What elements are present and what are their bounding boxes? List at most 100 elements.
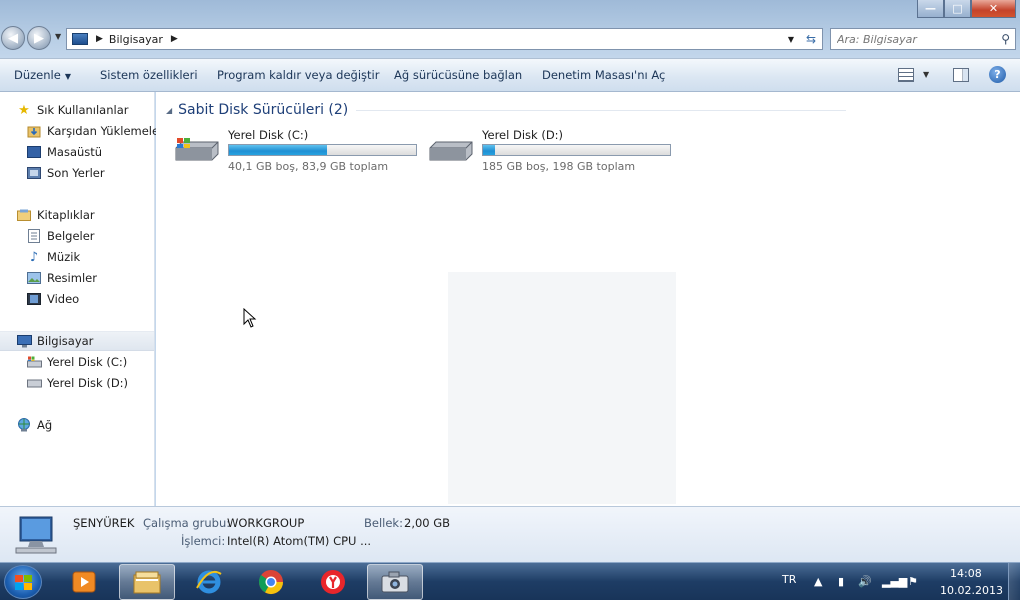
chevron-right-icon[interactable]: ▶ <box>96 34 103 44</box>
taskbar-internet-explorer[interactable] <box>181 564 237 600</box>
details-pane: ŞENYÜREK Çalışma grubu: WORKGROUP Bellek… <box>0 506 1020 562</box>
recent-places-icon <box>26 165 42 181</box>
breadcrumb-computer[interactable]: Bilgisayar <box>109 33 163 46</box>
language-indicator[interactable]: TR <box>782 573 796 586</box>
nav-favorites[interactable]: ★ Sık Kullanılanlar <box>16 100 129 120</box>
nav-item-label: Video <box>47 292 80 306</box>
nav-network-label: Ağ <box>37 418 53 432</box>
nav-favorites-label: Sık Kullanılanlar <box>37 103 129 117</box>
show-desktop-button[interactable] <box>1008 563 1020 600</box>
nav-item-desktop[interactable]: Masaüstü <box>26 142 102 162</box>
drive-usage-bar <box>228 144 417 156</box>
chevron-right-icon[interactable]: ▶ <box>171 34 178 44</box>
nav-computer[interactable]: Bilgisayar <box>0 331 154 351</box>
hard-drive-icon <box>429 141 473 161</box>
nav-item-label: Belgeler <box>47 229 95 243</box>
help-icon[interactable]: ? <box>989 66 1006 83</box>
drive-name: Yerel Disk (D:) <box>482 128 564 142</box>
group-divider <box>356 109 846 111</box>
clock-time[interactable]: 14:08 <box>950 567 982 580</box>
star-icon: ★ <box>18 102 30 118</box>
maximize-button[interactable]: □ <box>944 0 971 18</box>
back-button[interactable]: ◀ <box>1 26 25 50</box>
music-note-icon: ♪ <box>29 249 39 265</box>
nav-computer-label: Bilgisayar <box>37 334 94 348</box>
nav-item-label: Yerel Disk (D:) <box>47 376 129 390</box>
camera-icon <box>381 571 409 593</box>
fading-context-menu <box>448 272 676 504</box>
system-tray: TR ▲ ▮ 🔊 ▂▄▆ ⚑ 14:08 10.02.2013 <box>770 563 1020 600</box>
organize-button[interactable]: Düzenle ▼ <box>14 68 71 82</box>
minimize-button[interactable]: — <box>917 0 944 18</box>
drive-d[interactable]: Yerel Disk (D:) 185 GB boş, 198 GB topla… <box>428 128 678 176</box>
explorer-window: — □ ✕ ◀ ▶ ▼ ▶ Bilgisayar ▶ ▼ ⇆ ⚲ Düzenle… <box>0 0 1020 562</box>
processor-label: İşlemci: <box>181 534 226 548</box>
drive-usage-fill <box>483 145 496 155</box>
nav-item-recent-places[interactable]: Son Yerler <box>26 163 105 183</box>
address-bar[interactable]: ▶ Bilgisayar ▶ ▼ ⇆ <box>66 28 823 50</box>
nav-item-videos[interactable]: Video <box>26 289 79 309</box>
drive-usage-fill <box>229 145 327 155</box>
volume-icon[interactable]: 🔊 <box>858 575 872 588</box>
group-header[interactable]: ◢ Sabit Disk Sürücüleri (2) <box>166 102 846 118</box>
action-center-flag-icon[interactable]: ⚑ <box>908 575 918 588</box>
wifi-signal-icon[interactable]: ▂▄▆ <box>882 575 907 588</box>
nav-item-drive-c[interactable]: Yerel Disk (C:) <box>26 352 127 372</box>
drive-name: Yerel Disk (C:) <box>228 128 309 142</box>
search-box[interactable]: ⚲ <box>830 28 1016 50</box>
address-row: ◀ ▶ ▼ ▶ Bilgisayar ▶ ▼ ⇆ ⚲ <box>0 24 1020 54</box>
taskbar-chrome[interactable] <box>243 564 299 600</box>
start-button[interactable] <box>4 565 42 599</box>
nav-item-label: Yerel Disk (C:) <box>47 355 128 369</box>
refresh-icon[interactable]: ⇆ <box>806 32 816 46</box>
battery-icon[interactable]: ▮ <box>838 575 844 588</box>
chevron-down-icon: ▼ <box>64 72 71 81</box>
system-properties-button[interactable]: Sistem özellikleri <box>100 68 198 82</box>
processor-value: Intel(R) Atom(TM) CPU ... <box>227 534 372 548</box>
computer-icon <box>72 33 88 45</box>
computer-icon <box>16 333 32 349</box>
address-dropdown[interactable]: ▼ <box>788 35 794 44</box>
search-input[interactable] <box>837 32 997 46</box>
drive-c[interactable]: Yerel Disk (C:) 40,1 GB boş, 83,9 GB top… <box>174 128 424 176</box>
documents-icon <box>26 228 42 244</box>
recent-pages-dropdown[interactable]: ▼ <box>55 32 61 41</box>
organize-label: Düzenle <box>14 68 61 82</box>
nav-network[interactable]: Ağ <box>16 415 52 435</box>
clock-date[interactable]: 10.02.2013 <box>940 584 1003 597</box>
computer-name: ŞENYÜREK <box>73 516 135 530</box>
nav-item-documents[interactable]: Belgeler <box>26 226 95 246</box>
system-drive-icon <box>175 138 219 161</box>
map-network-drive-button[interactable]: Ağ sürücüsüne bağlan <box>394 68 522 82</box>
uninstall-program-button[interactable]: Program kaldır veya değiştir <box>217 68 379 82</box>
nav-item-label: Masaüstü <box>47 145 103 159</box>
system-drive-icon <box>26 354 42 370</box>
open-control-panel-button[interactable]: Denetim Masası'nı Aç <box>542 68 665 82</box>
taskbar-media-player[interactable] <box>56 564 112 600</box>
view-options-icon[interactable] <box>898 68 914 82</box>
search-icon[interactable]: ⚲ <box>1001 32 1010 46</box>
nav-item-drive-d[interactable]: Yerel Disk (D:) <box>26 373 128 393</box>
drive-usage-bar <box>482 144 671 156</box>
close-button[interactable]: ✕ <box>971 0 1016 18</box>
mouse-cursor-icon <box>243 308 257 328</box>
yandex-browser-icon <box>321 570 345 594</box>
nav-item-music[interactable]: ♪ Müzik <box>26 247 80 267</box>
downloads-folder-icon <box>26 123 42 139</box>
folder-icon <box>133 571 161 594</box>
chrome-icon <box>258 570 283 595</box>
taskbar-explorer[interactable] <box>119 564 175 600</box>
forward-button[interactable]: ▶ <box>27 26 51 50</box>
nav-item-downloads[interactable]: Karşıdan Yüklemeler <box>26 121 164 141</box>
taskbar-camera-app[interactable] <box>367 564 423 600</box>
collapse-triangle-icon[interactable]: ◢ <box>166 106 172 115</box>
show-hidden-icons-icon[interactable]: ▲ <box>814 575 822 588</box>
nav-libraries[interactable]: Kitaplıklar <box>16 205 95 225</box>
arrow-right-icon: ▶ <box>34 30 44 46</box>
nav-item-pictures[interactable]: Resimler <box>26 268 97 288</box>
taskbar-yandex[interactable] <box>305 564 361 600</box>
preview-pane-icon[interactable] <box>953 68 969 82</box>
view-dropdown-icon[interactable]: ▼ <box>923 70 929 79</box>
memory-label: Bellek: <box>364 516 403 530</box>
nav-item-label: Resimler <box>47 271 97 285</box>
